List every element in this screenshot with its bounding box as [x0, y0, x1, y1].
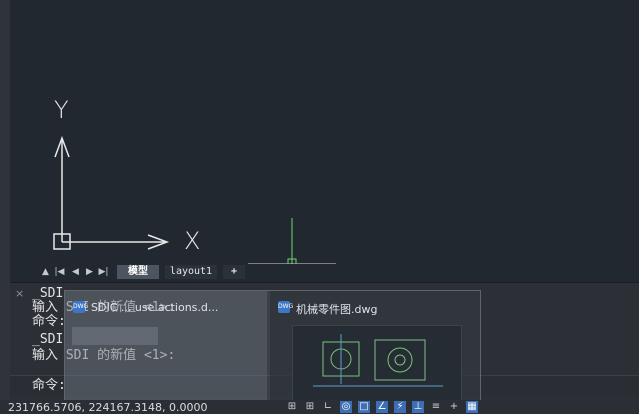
ortho-icon[interactable]: ∟ — [322, 401, 334, 413]
last-tab-icon[interactable]: ▶| — [98, 266, 109, 278]
plus-icon[interactable]: + — [448, 401, 460, 413]
scroll-up-icon[interactable]: ▲ — [40, 266, 51, 278]
dyn-icon[interactable]: ⚡ — [394, 401, 406, 413]
preview-thumbnail-mechanical-part[interactable]: DWG 机械零件图.dwg — [270, 291, 480, 414]
command-history-line: _SDI — [32, 286, 64, 301]
osnap-icon[interactable]: □ — [358, 401, 370, 413]
first-tab-icon[interactable]: |◀ — [54, 266, 65, 278]
command-history-line: _SDI — [32, 332, 64, 347]
prev-tab-icon[interactable]: ◀ — [70, 266, 81, 278]
part-drawing-graphic — [313, 334, 443, 387]
polar-icon[interactable]: ◎ — [340, 401, 352, 413]
lweight-icon[interactable]: ⊥ — [412, 401, 424, 413]
taskbar-preview-popup: DWG SDIC ... use actions.d... DWG 机械零件图.… — [64, 290, 481, 414]
thumbnail-title: SDIC ... use actions.d... — [91, 301, 219, 314]
snap-grid-icon[interactable]: ⊞ — [304, 401, 316, 413]
crosshair-cursor — [248, 218, 336, 264]
ucs-icon — [53, 135, 170, 250]
model-space-icon[interactable]: ▦ — [466, 401, 478, 413]
menu-icon[interactable]: ≡ — [430, 401, 442, 413]
preview-thumbnail-sdic[interactable]: DWG SDIC ... use actions.d... — [65, 291, 267, 414]
next-tab-icon[interactable]: ▶ — [84, 266, 95, 278]
grid-icon[interactable]: ⊞ — [286, 401, 298, 413]
ucs-x-label: X — [184, 227, 201, 255]
dwg-file-icon: DWG — [73, 301, 88, 313]
tab-layout1[interactable]: layout1 — [165, 265, 217, 279]
command-history-line: 命令: — [32, 314, 66, 329]
thumbnail-title: 机械零件图.dwg — [296, 303, 378, 316]
add-layout-button[interactable]: + — [223, 265, 245, 279]
tab-model[interactable]: 模型 — [117, 265, 159, 279]
dwg-file-icon: DWG — [278, 301, 293, 313]
ucs-y-label: Y — [54, 96, 69, 124]
canvas-graphics — [53, 135, 336, 264]
otrack-icon[interactable]: ∠ — [376, 401, 388, 413]
cad-application: Y X ▲ |◀ ◀ ▶ ▶| 模型 layout1 + × _SDI 输入 S… — [0, 0, 639, 414]
command-prompt: 命令: — [32, 378, 66, 393]
left-edge-strip — [0, 0, 10, 414]
close-icon[interactable]: × — [15, 287, 24, 300]
layout-tabs-bar: ▲ |◀ ◀ ▶ ▶| 模型 layout1 + — [10, 264, 639, 280]
drawing-canvas[interactable]: Y X — [10, 0, 639, 264]
drawing-thumbnail-image — [292, 325, 462, 411]
status-bar: 231766.5706, 224167.3148, 0.0000 ⊞ ⊞ ∟ ◎ □ ∠ ⚡… — [0, 400, 639, 414]
cursor-coordinates: 231766.5706, 224167.3148, 0.0000 — [8, 401, 208, 414]
